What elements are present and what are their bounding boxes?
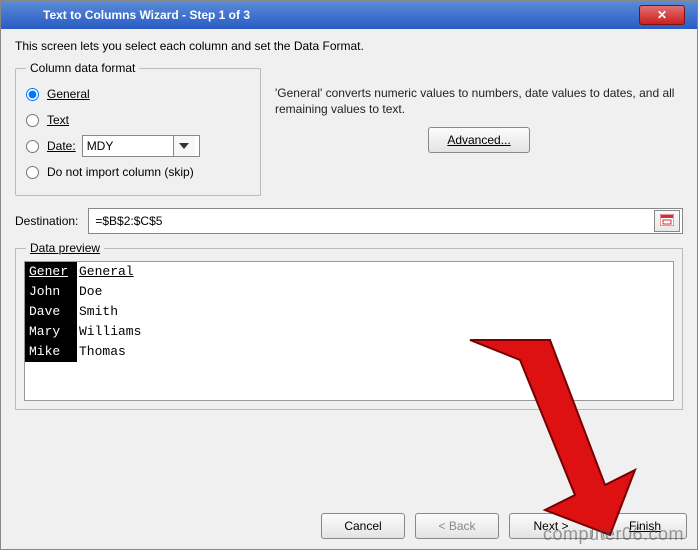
preview-label: Data preview [26, 241, 104, 255]
radio-date[interactable]: Date: [26, 139, 76, 153]
titlebar: Text to Columns Wizard - Step 1 of 3 ✕ [1, 1, 697, 29]
button-bar: Cancel < Back Next > Finish [1, 507, 697, 549]
back-button[interactable]: < Back [415, 513, 499, 539]
radio-text[interactable]: Text [26, 107, 250, 133]
table-row: Mike Thomas [25, 342, 673, 362]
table-row: Dave Smith [25, 302, 673, 322]
radio-skip-label: Do not import column (skip) [47, 165, 194, 179]
format-legend: Column data format [26, 61, 139, 75]
format-note-area: 'General' converts numeric values to num… [275, 61, 683, 153]
close-button[interactable]: ✕ [639, 5, 685, 25]
destination-input[interactable] [89, 210, 654, 232]
advanced-button[interactable]: Advanced... [428, 127, 529, 153]
advanced-label: Advanced... [447, 133, 510, 147]
preview-cell: Dave [25, 302, 77, 322]
format-row: Column data format General Text Date: [15, 61, 683, 196]
table-row: John Doe [25, 282, 673, 302]
wizard-window: Text to Columns Wizard - Step 1 of 3 ✕ T… [0, 0, 698, 550]
preview-cell: Williams [77, 322, 673, 342]
destination-label: Destination: [15, 214, 78, 228]
radio-text-input[interactable] [26, 114, 39, 127]
preview-header-c1: Gener [25, 262, 77, 282]
finish-label: Finish [629, 519, 661, 533]
radio-date-input[interactable] [26, 140, 39, 153]
radio-general-label: General [47, 87, 90, 101]
preview-cell: Thomas [77, 342, 673, 362]
date-format-input[interactable] [83, 136, 173, 156]
preview-cell: Mary [25, 322, 77, 342]
radio-text-label: Text [47, 113, 69, 127]
instruction-text: This screen lets you select each column … [15, 39, 683, 53]
radio-general-input[interactable] [26, 88, 39, 101]
column-data-format-group: Column data format General Text Date: [15, 61, 261, 196]
chevron-down-icon[interactable] [173, 136, 195, 156]
radio-date-row: Date: [26, 133, 250, 159]
close-icon: ✕ [657, 8, 667, 22]
preview-box[interactable]: Gener General John Doe Dave Smith Mary W… [24, 261, 674, 401]
radio-date-label: Date: [47, 139, 76, 153]
destination-row: Destination: [15, 208, 683, 234]
preview-cell: Doe [77, 282, 673, 302]
preview-cell: John [25, 282, 77, 302]
table-row: Mary Williams [25, 322, 673, 342]
destination-input-wrap [88, 208, 683, 234]
preview-frame: Data preview Gener General John Doe Dave… [15, 248, 683, 410]
finish-button[interactable]: Finish [603, 513, 687, 539]
preview-header-c2: General [77, 262, 673, 282]
dialog-body: This screen lets you select each column … [1, 29, 697, 507]
cancel-button[interactable]: Cancel [321, 513, 405, 539]
preview-cell: Mike [25, 342, 77, 362]
preview-header-row: Gener General [25, 262, 673, 282]
preview-cell: Smith [77, 302, 673, 322]
radio-skip[interactable]: Do not import column (skip) [26, 159, 250, 185]
date-format-combo[interactable] [82, 135, 200, 157]
window-title: Text to Columns Wizard - Step 1 of 3 [7, 8, 639, 22]
format-note: 'General' converts numeric values to num… [275, 85, 683, 117]
radio-general[interactable]: General [26, 81, 250, 107]
range-picker-button[interactable] [654, 210, 680, 232]
range-picker-icon [660, 214, 674, 229]
radio-skip-input[interactable] [26, 166, 39, 179]
next-button[interactable]: Next > [509, 513, 593, 539]
